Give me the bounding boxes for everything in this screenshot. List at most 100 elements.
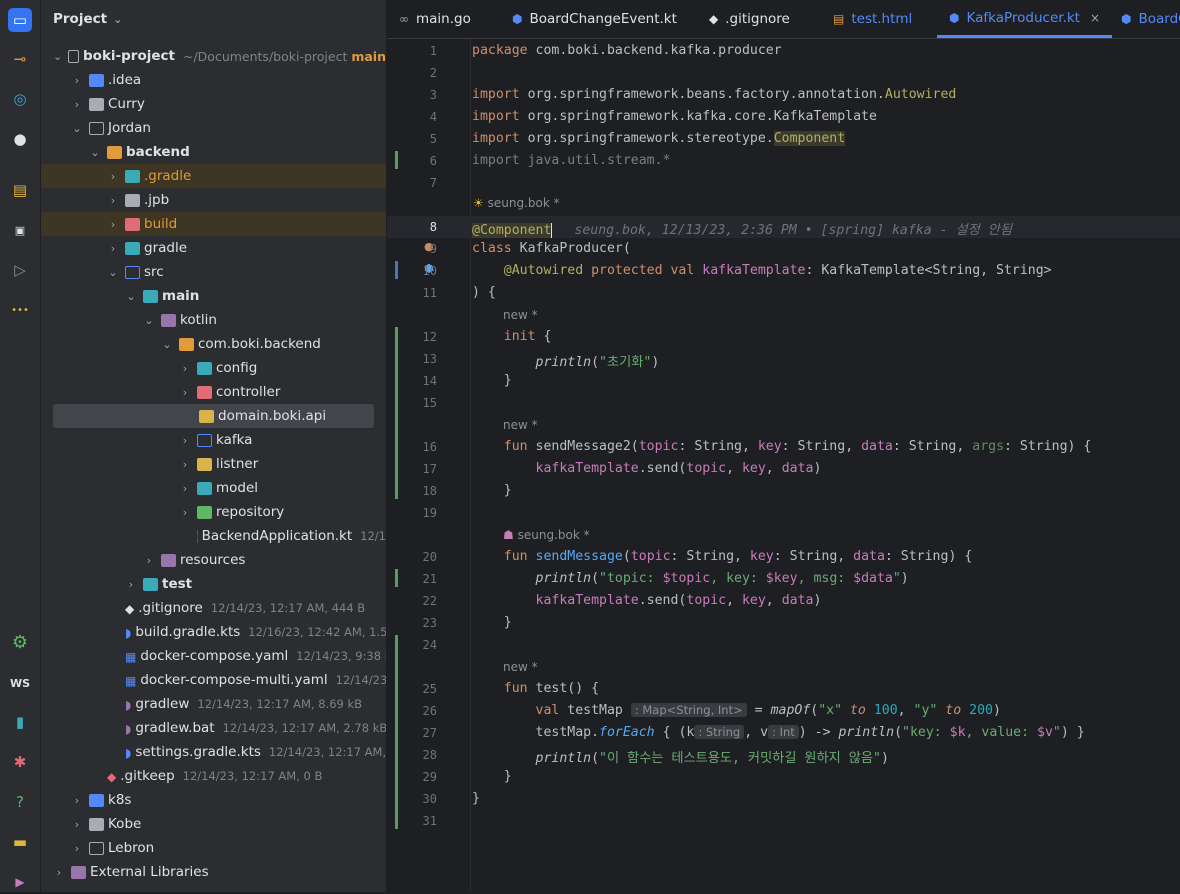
- tree-item-lebron[interactable]: › Lebron: [41, 836, 386, 860]
- tree-item-kobe[interactable]: › Kobe: [41, 812, 386, 836]
- chevron-right-icon[interactable]: ›: [179, 458, 191, 471]
- chevron-right-icon[interactable]: ›: [53, 866, 65, 879]
- tree-item-build[interactable]: › build: [41, 212, 386, 236]
- tree-item-com-boki-backend[interactable]: ⌄ com.boki.backend: [41, 332, 386, 356]
- tree-item-backend[interactable]: ⌄ backend: [41, 140, 386, 164]
- tree-item-docker-compose-multi[interactable]: ▦ docker-compose-multi.yaml 12/14/23, 9: [41, 668, 386, 692]
- chevron-right-icon[interactable]: ›: [125, 578, 137, 591]
- tree-item-controller[interactable]: › controller: [41, 380, 386, 404]
- tree-item-jpb[interactable]: › .jpb: [41, 188, 386, 212]
- code-editor[interactable]: ● ⬢ 1 2 3 4 5 6 7 8 9 10 11 12 13 14 15 …: [387, 39, 1180, 892]
- tree-item-gradle[interactable]: › gradle: [41, 236, 386, 260]
- gear-icon[interactable]: ⚙: [8, 630, 32, 654]
- tree-item-listner[interactable]: › listner: [41, 452, 386, 476]
- folder-icon: [197, 361, 212, 375]
- code-text: ): [813, 461, 822, 476]
- tab-main-go[interactable]: ∞ main.go: [399, 0, 471, 38]
- tree-item-config[interactable]: › config: [41, 356, 386, 380]
- chevron-right-icon[interactable]: ›: [107, 170, 119, 183]
- tree-item-repository[interactable]: › repository: [41, 500, 386, 524]
- chevron-right-icon[interactable]: ›: [107, 242, 119, 255]
- git-icon[interactable]: ✱: [8, 750, 32, 774]
- terminal-box-icon[interactable]: ▣: [8, 218, 32, 242]
- keyword: class: [472, 241, 512, 256]
- tree-item-src[interactable]: ⌄ src: [41, 260, 386, 284]
- tab-board-c[interactable]: ⬢ BoardC: [1121, 0, 1180, 38]
- chevron-right-icon[interactable]: ›: [71, 818, 83, 831]
- line-number: 30: [422, 792, 437, 806]
- tree-item-external-libraries[interactable]: › External Libraries: [41, 860, 386, 884]
- chevron-down-icon[interactable]: ⌄: [89, 146, 101, 159]
- project-panel-header[interactable]: Project ⌄: [41, 0, 386, 38]
- tab-kafka-producer[interactable]: ⬢ KafkaProducer.kt ×: [937, 0, 1113, 38]
- commit-icon[interactable]: ⊸: [8, 47, 32, 71]
- tree-item-gradle-cache[interactable]: › .gradle: [41, 164, 386, 188]
- tree-item-label: domain.boki.api: [218, 408, 327, 424]
- tree-item-gradlew[interactable]: ◗ gradlew 12/14/23, 12:17 AM, 8.69 kB: [41, 692, 386, 716]
- terminal-icon[interactable]: ▶: [8, 870, 32, 894]
- chevron-down-icon[interactable]: ⌄: [143, 314, 155, 327]
- run-icon[interactable]: ▷: [8, 258, 32, 282]
- chevron-right-icon[interactable]: ›: [71, 842, 83, 855]
- tree-item-build-gradle[interactable]: ◗ build.gradle.kts 12/16/23, 12:42 AM, 1…: [41, 620, 386, 644]
- chevron-down-icon[interactable]: ⌄: [161, 338, 173, 351]
- chevron-right-icon[interactable]: ›: [179, 482, 191, 495]
- tree-item-gitkeep[interactable]: ◆ .gitkeep 12/14/23, 12:17 AM, 0 B: [41, 764, 386, 788]
- tree-item-k8s[interactable]: › k8s: [41, 788, 386, 812]
- chevron-right-icon[interactable]: ›: [107, 194, 119, 207]
- ws-icon[interactable]: WS: [8, 671, 32, 695]
- close-icon[interactable]: ×: [1090, 11, 1100, 25]
- tree-item-gitignore[interactable]: ◆ .gitignore 12/14/23, 12:17 AM, 444 B: [41, 596, 386, 620]
- tree-item-jordan[interactable]: ⌄ Jordan: [41, 116, 386, 140]
- tree-item-domain-boki-api[interactable]: domain.boki.api: [53, 404, 374, 428]
- chevron-down-icon[interactable]: ⌄: [113, 13, 122, 26]
- string: , key:: [710, 571, 766, 586]
- new-hint[interactable]: new *: [503, 308, 538, 322]
- chrome-icon[interactable]: ◎: [8, 87, 32, 111]
- tree-item-meta: 12/14/23, 12:17 AM, 29: [268, 745, 387, 759]
- new-hint[interactable]: new *: [503, 660, 538, 674]
- tree-item-test[interactable]: › test: [41, 572, 386, 596]
- chevron-down-icon[interactable]: ⌄: [53, 50, 62, 63]
- more-icon[interactable]: •••: [8, 298, 32, 322]
- chevron-right-icon[interactable]: ›: [71, 98, 83, 111]
- code-text: ): [900, 571, 909, 586]
- tab-gitignore[interactable]: ◆ .gitignore: [709, 0, 790, 38]
- github-icon[interactable]: ●: [8, 127, 32, 151]
- tree-item-curry[interactable]: › Curry: [41, 92, 386, 116]
- author-hint[interactable]: ☀ seung.bok *: [473, 196, 560, 210]
- tree-item-settings-gradle[interactable]: ◗ settings.gradle.kts 12/14/23, 12:17 AM…: [41, 740, 386, 764]
- tree-item-kafka[interactable]: › kafka: [41, 428, 386, 452]
- chevron-right-icon[interactable]: ›: [179, 434, 191, 447]
- tree-item-docker-compose[interactable]: ▦ docker-compose.yaml 12/14/23, 9:38 PM: [41, 644, 386, 668]
- chevron-right-icon[interactable]: ›: [71, 794, 83, 807]
- tab-test-html[interactable]: ▤ test.html: [833, 0, 912, 38]
- new-hint[interactable]: new *: [503, 418, 538, 432]
- chevron-down-icon[interactable]: ⌄: [125, 290, 137, 303]
- tree-item-resources[interactable]: › resources: [41, 548, 386, 572]
- tree-item-main[interactable]: ⌄ main: [41, 284, 386, 308]
- tree-item-meta: 12/14/23, 12:17 AM, 8.69 kB: [197, 697, 363, 711]
- notes-icon[interactable]: ▬: [8, 830, 32, 854]
- book-icon[interactable]: ▮: [8, 710, 32, 734]
- tree-item-model[interactable]: › model: [41, 476, 386, 500]
- tree-item-gradlew-bat[interactable]: ◗ gradlew.bat 12/14/23, 12:17 AM, 2.78 k…: [41, 716, 386, 740]
- author-hint[interactable]: ☗ seung.bok *: [503, 528, 590, 542]
- chevron-right-icon[interactable]: ›: [179, 506, 191, 519]
- chevron-right-icon[interactable]: ›: [179, 386, 191, 399]
- property: kafkaTemplate: [472, 461, 639, 476]
- tree-item-idea[interactable]: › .idea: [41, 68, 386, 92]
- chevron-right-icon[interactable]: ›: [143, 554, 155, 567]
- tab-board-change-event[interactable]: ⬢ BoardChangeEvent.kt: [512, 0, 677, 38]
- computer-icon[interactable]: ▭: [8, 8, 32, 32]
- help-icon[interactable]: ?: [8, 790, 32, 814]
- chevron-right-icon[interactable]: ›: [107, 218, 119, 231]
- tree-item-boki-project[interactable]: ⌄ boki-project ~/Documents/boki-project …: [41, 44, 386, 68]
- chevron-right-icon[interactable]: ›: [179, 362, 191, 375]
- tree-item-kotlin[interactable]: ⌄ kotlin: [41, 308, 386, 332]
- tree-item-backend-application[interactable]: BackendApplication.kt 12/1: [41, 524, 386, 548]
- chevron-down-icon[interactable]: ⌄: [71, 122, 83, 135]
- database-icon[interactable]: ▤: [8, 178, 32, 202]
- chevron-right-icon[interactable]: ›: [71, 74, 83, 87]
- chevron-down-icon[interactable]: ⌄: [107, 266, 119, 279]
